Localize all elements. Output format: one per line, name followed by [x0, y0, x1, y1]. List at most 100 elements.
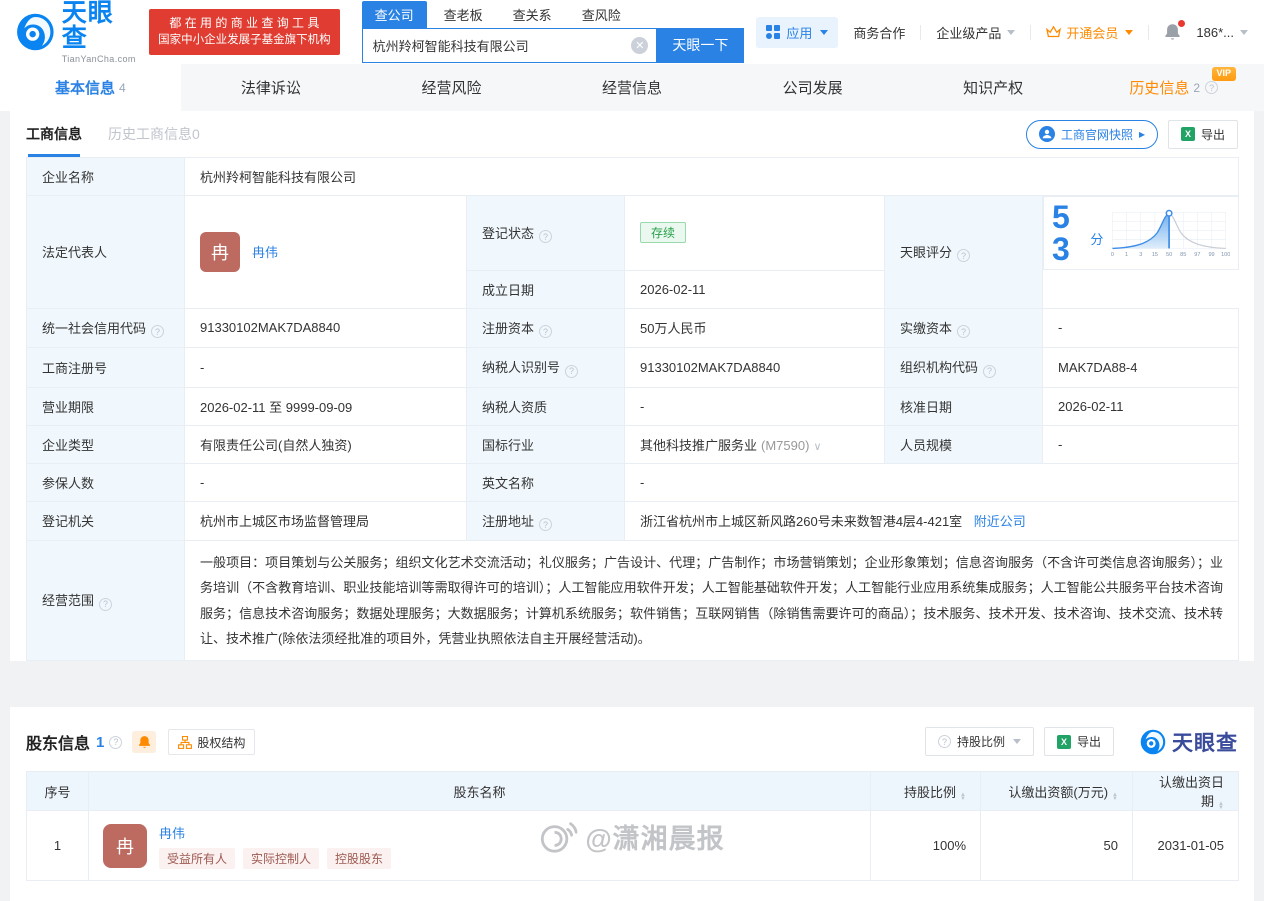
tab-label: 法律诉讼 — [240, 80, 301, 97]
search-tab-company[interactable]: 查公司 — [361, 0, 427, 28]
avatar[interactable]: 冉 — [200, 231, 240, 272]
apps-label: 应用 — [786, 25, 813, 41]
tab-label: 基本信息 — [54, 80, 115, 97]
official-snapshot-button[interactable]: 工商官网快照 ▸ — [1025, 119, 1158, 149]
table-row: 1 冉 冉伟 受益所有人 实际控制人 控股股东 100% 50 2031-01-… — [26, 810, 1239, 882]
help-icon[interactable]: ? — [539, 518, 553, 531]
tab-label: 公司发展 — [782, 80, 843, 97]
company-type-label: 企业类型 — [26, 424, 185, 464]
help-icon[interactable]: ? — [1205, 81, 1219, 94]
subtab-row: 工商信息 历史工商信息0 工商官网快照 ▸ X 导出 — [26, 111, 1238, 157]
clear-search-icon[interactable]: ✕ — [631, 36, 649, 54]
table-row: 营业期限 2026-02-11 至 9999-09-09 纳税人资质 - 核准日… — [26, 386, 1240, 426]
nearby-companies-link[interactable]: 附近公司 — [974, 514, 1026, 529]
shareholders-actions: ? 持股比例 X 导出 天眼查 — [924, 727, 1238, 757]
help-icon[interactable]: ? — [539, 325, 553, 338]
divider — [1030, 24, 1032, 40]
reg-status-cell: 存续 — [624, 195, 885, 271]
avatar[interactable]: 冉 — [103, 823, 147, 868]
help-icon[interactable]: ? — [565, 364, 579, 378]
col-amount[interactable]: 认缴出资额(万元) ▲ ▼ — [980, 771, 1133, 812]
tab-business-info[interactable]: 经营信息 — [542, 64, 723, 111]
ratio-filter-label: 持股比例 — [956, 735, 1005, 750]
subtab-history-registration[interactable]: 历史工商信息0 — [108, 111, 200, 157]
svg-text:100: 100 — [1221, 252, 1229, 258]
company-info-table: 企业名称 杭州羚柯智能科技有限公司 法定代表人 冉 冉伟 登记状态? 存续 天眼… — [26, 157, 1240, 662]
export-shareholders-button[interactable]: X 导出 — [1043, 727, 1114, 757]
taxpayer-id-value: 91330102MAK7DA8840 — [624, 347, 885, 388]
notifications-bell[interactable] — [1164, 20, 1186, 41]
approval-date-label: 核准日期 — [884, 386, 1043, 426]
tab-history-info[interactable]: 历史信息 2 ? VIP — [1083, 64, 1264, 111]
tab-basic-info[interactable]: 基本信息 4 — [0, 64, 181, 111]
legal-rep-link[interactable]: 冉伟 — [252, 242, 278, 261]
search-tab-relation[interactable]: 查关系 — [500, 1, 565, 28]
company-name-label: 企业名称 — [26, 157, 185, 196]
excel-icon: X — [1180, 127, 1195, 141]
score-label: 天眼评分 — [900, 244, 953, 260]
sort-icon: ▲ ▼ — [1218, 801, 1224, 812]
registration-actions: 工商官网快照 ▸ X 导出 — [1025, 119, 1238, 149]
shareholders-count: 1 — [96, 733, 105, 751]
tab-operational-risk[interactable]: 经营风险 — [361, 64, 542, 111]
equity-structure-label: 股权结构 — [197, 735, 246, 750]
business-term-value: 2026-02-11 至 9999-09-09 — [184, 386, 467, 426]
monitor-bell-button[interactable] — [132, 731, 157, 754]
table-row: 统一社会信用代码? 91330102MAK7DA8840 注册资本? 50万人民… — [26, 307, 1240, 348]
help-icon: ? — [937, 735, 951, 749]
nav-open-vip[interactable]: 开通会员 — [1046, 23, 1134, 42]
tianyancha-logo[interactable]: 天眼查 TianYanCha.com — [16, 0, 137, 64]
apps-menu[interactable]: 应用 — [756, 16, 839, 48]
taxpayer-id-label: 纳税人识别号 — [482, 360, 561, 375]
help-icon[interactable]: ? — [957, 325, 971, 338]
chevron-down-icon[interactable]: ∨ — [813, 441, 821, 453]
search-tab-boss[interactable]: 查老板 — [431, 1, 496, 28]
help-icon[interactable]: ? — [957, 249, 971, 262]
org-code-label: 组织机构代码 — [900, 360, 979, 375]
user-phone: 186*... — [1196, 24, 1234, 40]
search-box: ✕ 天眼一下 — [361, 27, 745, 63]
shareholder-name-link[interactable]: 冉伟 — [159, 826, 185, 841]
nav-business-cooperation[interactable]: 商务合作 — [853, 23, 905, 42]
score-unit: 分 — [1090, 231, 1104, 247]
grid-icon — [766, 25, 781, 39]
tab-label: 知识产权 — [963, 80, 1024, 97]
help-icon[interactable]: ? — [983, 364, 997, 378]
reg-number-label: 工商注册号 — [26, 347, 185, 388]
help-icon[interactable]: ? — [109, 735, 123, 749]
chevron-down-icon — [1125, 29, 1134, 35]
col-ratio[interactable]: 持股比例 ▲ ▼ — [870, 771, 981, 812]
subtab-business-registration[interactable]: 工商信息 — [26, 111, 82, 157]
taxpayer-quality-label: 纳税人资质 — [466, 386, 625, 426]
business-scope-text: 一般项目：项目策划与公关服务；组织文化艺术交流活动；礼仪服务；广告设计、代理；广… — [183, 539, 1240, 662]
search-button[interactable]: 天眼一下 — [656, 27, 745, 63]
score-cell[interactable]: 53 分 0 1 3 15 50 85 97 99 10 — [1043, 196, 1239, 270]
search-tab-risk[interactable]: 查风险 — [569, 1, 634, 28]
ratio-filter-button[interactable]: ? 持股比例 — [924, 727, 1034, 757]
score-label-cell: 天眼评分? — [884, 195, 1043, 309]
help-icon[interactable]: ? — [151, 325, 165, 338]
search-input[interactable] — [361, 27, 657, 63]
help-icon[interactable]: ? — [99, 597, 113, 611]
tab-legal-proceedings[interactable]: 法律诉讼 — [181, 64, 362, 111]
registration-section: 工商信息 历史工商信息0 工商官网快照 ▸ X 导出 企业名称 杭州羚柯智能科技… — [10, 111, 1254, 662]
reg-status-label-cell: 登记状态? — [466, 195, 625, 271]
help-icon[interactable]: ? — [539, 230, 553, 243]
user-account-menu[interactable]: 186*... — [1196, 25, 1248, 40]
reg-status-label: 登记状态 — [482, 225, 535, 241]
ratio-value: 100% — [870, 810, 981, 882]
tab-company-development[interactable]: 公司发展 — [722, 64, 903, 111]
industry-value-cell[interactable]: 其他科技推广服务业 (M7590) ∨ — [624, 424, 885, 464]
col-name: 股东名称 — [88, 771, 871, 812]
tab-intellectual-property[interactable]: 知识产权 — [903, 64, 1084, 111]
shareholders-title: 股东信息 — [26, 736, 91, 754]
nav-enterprise-products[interactable]: 企业级产品 — [936, 23, 1016, 42]
chevron-down-icon — [820, 29, 829, 35]
business-term-label: 营业期限 — [26, 386, 185, 426]
col-date[interactable]: 认缴出资日期 ▲ ▼ — [1132, 771, 1239, 812]
equity-structure-button[interactable]: 股权结构 — [168, 729, 256, 756]
export-button[interactable]: X 导出 — [1167, 119, 1238, 149]
legal-rep-cell: 冉 冉伟 — [184, 195, 467, 309]
establish-label: 成立日期 — [466, 269, 625, 309]
paid-capital-value: - — [1041, 307, 1240, 348]
